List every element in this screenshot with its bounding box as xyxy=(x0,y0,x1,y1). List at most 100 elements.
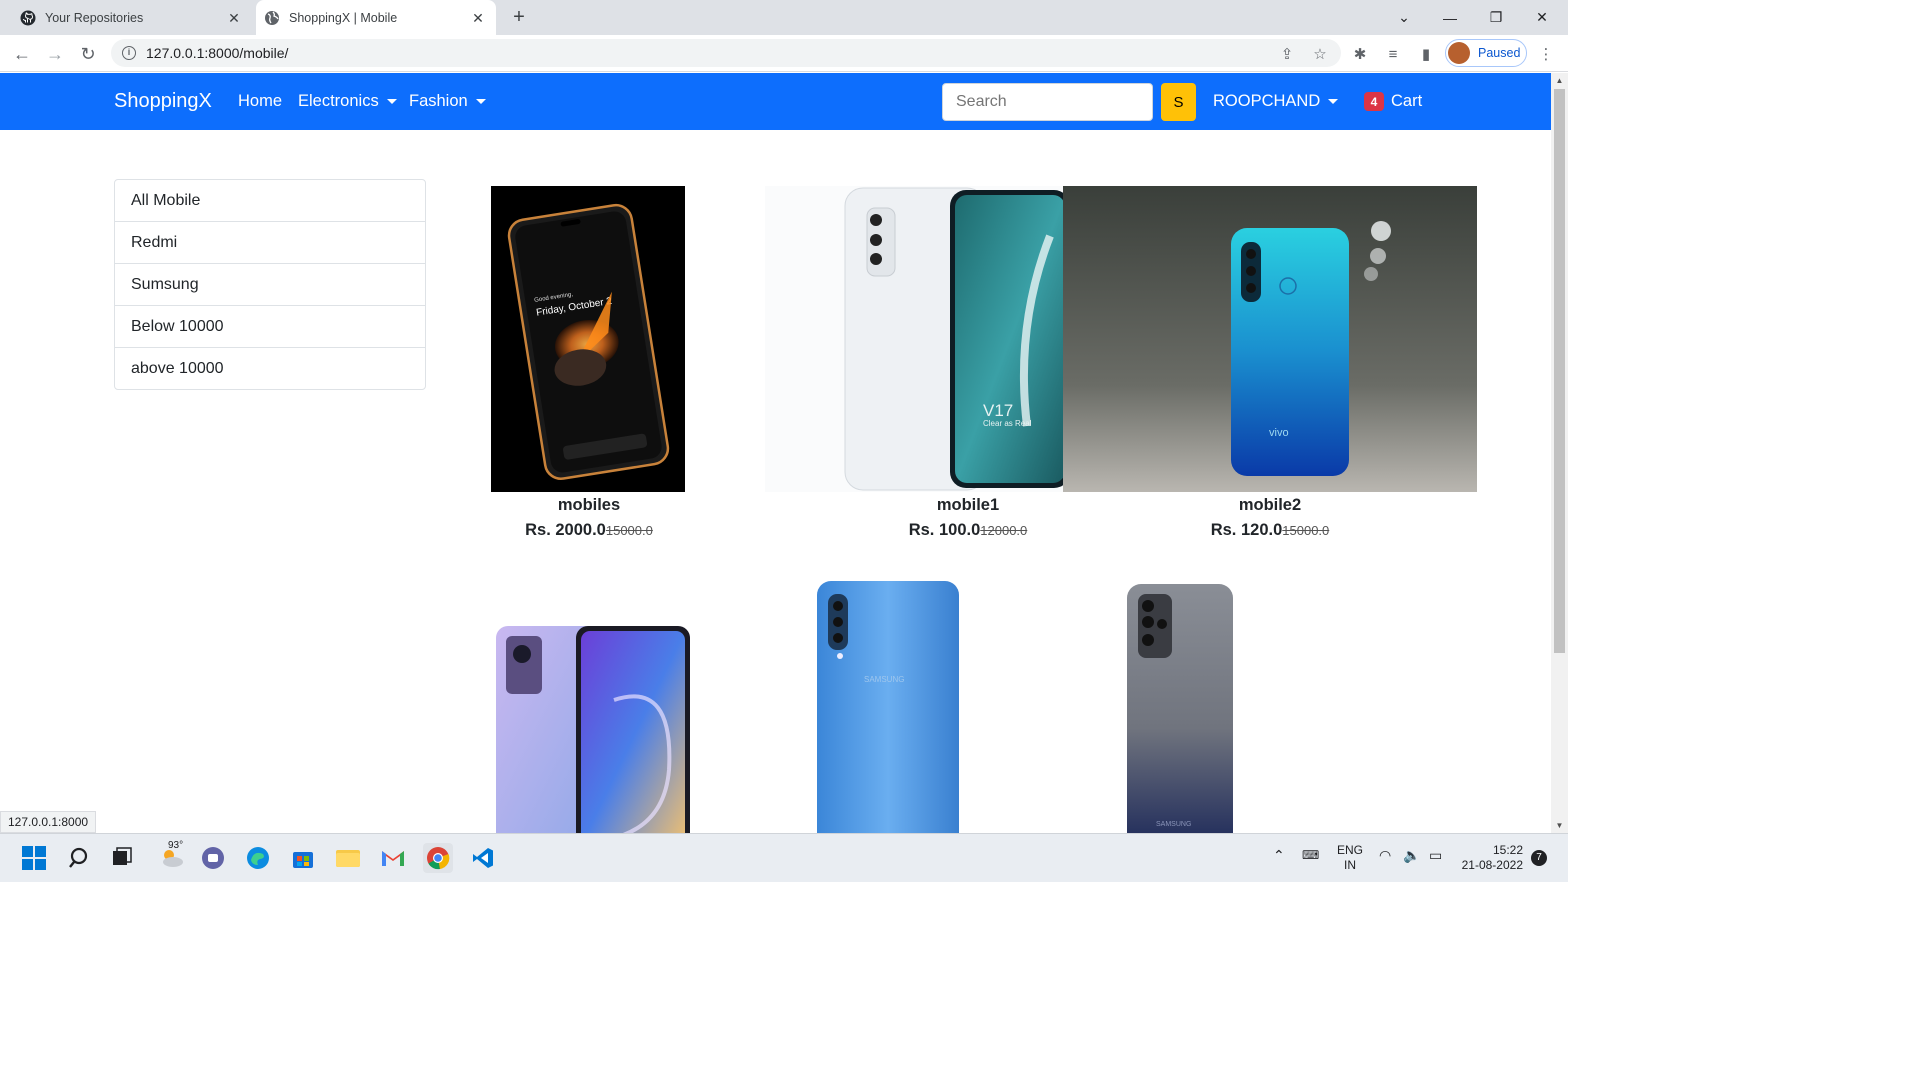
category-sumsung[interactable]: Sumsung xyxy=(115,264,425,306)
gmail-icon[interactable] xyxy=(379,844,407,872)
battery-icon[interactable]: ▭ xyxy=(1429,848,1442,863)
product-image-mobiles[interactable]: Good evening, Friday, October 2 xyxy=(491,186,685,492)
nav-electronics-label: Electronics xyxy=(298,92,379,110)
nav-fashion-dropdown[interactable]: Fashion xyxy=(409,92,486,111)
product-name[interactable]: mobiles xyxy=(439,496,739,515)
original-price: 15000.0 xyxy=(605,523,653,538)
region-code: IN xyxy=(1344,858,1356,872)
chrome-icon[interactable] xyxy=(423,843,453,873)
cart-count-badge: 4 xyxy=(1364,92,1384,111)
reload-icon[interactable]: ↻ xyxy=(75,41,101,67)
product-image-samsung-blue[interactable]: SAMSUNG xyxy=(810,580,965,851)
nav-home-label: Home xyxy=(238,92,283,110)
caret-down-icon xyxy=(475,99,486,104)
bookmark-star-icon[interactable]: ☆ xyxy=(1309,43,1331,65)
avatar xyxy=(1448,42,1470,64)
product-image-mobile2[interactable]: vivo xyxy=(1063,186,1477,492)
user-dropdown[interactable]: ROOPCHAND xyxy=(1213,92,1339,111)
forward-arrow-icon[interactable]: → xyxy=(42,41,68,67)
menu-kebab-icon[interactable]: ⋮ xyxy=(1535,43,1557,65)
extensions-icon[interactable]: ✱ xyxy=(1349,43,1371,65)
close-tab-icon[interactable]: ✕ xyxy=(470,10,486,26)
samsung-brand-text: SAMSUNG xyxy=(1156,821,1191,828)
browser-toolbar: ← → ↻ i 127.0.0.1:8000/mobile/ ⇪ ☆ ✱ ≡ ▮… xyxy=(0,35,1568,72)
v17-tagline-text: Clear as Real xyxy=(983,419,1032,428)
sale-price: Rs. 2000.0 xyxy=(525,521,606,539)
keyboard-icon[interactable]: ⌨ xyxy=(1302,848,1319,863)
weather-widget-icon[interactable]: 93° xyxy=(154,840,190,872)
scroll-down-icon[interactable]: ▼ xyxy=(1551,818,1568,833)
sale-price: Rs. 100.0 xyxy=(908,521,981,539)
product-name[interactable]: mobile2 xyxy=(1120,496,1420,515)
show-hidden-icons-chevron-icon[interactable]: ⌃ xyxy=(1273,848,1285,863)
original-price: 12000.0 xyxy=(980,523,1028,538)
product-name[interactable]: mobile1 xyxy=(818,496,1118,515)
clock-date: 21-08-2022 xyxy=(1461,858,1523,872)
vivo-brand-text: vivo xyxy=(1269,427,1289,439)
user-name: ROOPCHAND xyxy=(1213,92,1321,110)
product-image-mobile1[interactable]: V17 Clear as Real xyxy=(765,186,1070,492)
site-navbar: ShoppingX Home Electronics Fashion S ROO… xyxy=(0,73,1551,130)
file-explorer-icon[interactable] xyxy=(334,844,362,872)
sale-price: Rs. 120.0 xyxy=(1210,521,1283,539)
share-icon[interactable]: ⇪ xyxy=(1276,43,1298,65)
clock-time: 15:22 xyxy=(1492,843,1523,857)
address-bar[interactable]: i 127.0.0.1:8000/mobile/ xyxy=(111,39,1341,67)
task-view-icon[interactable] xyxy=(108,844,136,872)
nav-electronics-dropdown[interactable]: Electronics xyxy=(298,92,397,111)
samsung-brand-text: SAMSUNG xyxy=(864,675,904,684)
tab-search-icon[interactable]: ⌄ xyxy=(1381,0,1427,35)
teams-chat-icon[interactable] xyxy=(199,844,227,872)
category-redmi[interactable]: Redmi xyxy=(115,222,425,264)
scrollbar-thumb[interactable] xyxy=(1554,89,1565,653)
volume-icon[interactable]: 🔈 xyxy=(1403,848,1420,863)
category-below-10000[interactable]: Below 10000 xyxy=(115,306,425,348)
wifi-icon[interactable]: ◠ xyxy=(1379,848,1391,863)
category-all-mobile[interactable]: All Mobile xyxy=(115,180,425,222)
status-url-tooltip: 127.0.0.1:8000 xyxy=(0,811,97,833)
original-price: 15000.0 xyxy=(1282,523,1330,538)
profile-button[interactable]: Paused xyxy=(1445,39,1527,67)
v17-model-text: V17 xyxy=(983,401,1013,420)
close-window-button[interactable]: ✕ xyxy=(1519,0,1565,35)
github-icon xyxy=(20,10,36,26)
language-indicator[interactable]: ENG IN xyxy=(1337,843,1363,873)
product-price: Rs. 120.015000.0 xyxy=(1120,521,1420,540)
microsoft-store-icon[interactable] xyxy=(289,844,317,872)
caret-down-icon xyxy=(386,99,397,104)
tab-your-repositories[interactable]: Your Repositories ✕ xyxy=(12,0,252,35)
cart-label: Cart xyxy=(1391,92,1423,110)
site-info-icon[interactable]: i xyxy=(122,46,136,60)
url-text: 127.0.0.1:8000/mobile/ xyxy=(146,45,289,61)
new-tab-button[interactable]: + xyxy=(508,7,530,29)
product-image-samsung-gray[interactable]: SAMSUNG xyxy=(1122,582,1240,846)
clock[interactable]: 15:22 21-08-2022 xyxy=(1461,843,1523,873)
category-above-10000[interactable]: above 10000 xyxy=(115,348,425,389)
product-price: Rs. 100.012000.0 xyxy=(818,521,1118,540)
restore-button[interactable]: ❐ xyxy=(1473,0,1519,35)
search-icon[interactable] xyxy=(65,844,93,872)
back-arrow-icon[interactable]: ← xyxy=(9,41,35,67)
vscode-icon[interactable] xyxy=(469,844,497,872)
close-tab-icon[interactable]: ✕ xyxy=(226,10,242,26)
tab-shoppingx-mobile[interactable]: ShoppingX | Mobile ✕ xyxy=(256,0,496,35)
caret-down-icon xyxy=(1328,99,1339,104)
product-image-vivo-purple[interactable] xyxy=(494,620,694,846)
page-scrollbar[interactable]: ▲ ▼ xyxy=(1551,73,1568,833)
minimize-button[interactable]: — xyxy=(1427,0,1473,35)
search-button[interactable]: S xyxy=(1161,83,1196,121)
windows-taskbar: 93° ⌃ ⌨ ENG IN ◠ 🔈 ▭ 15:22 21-08-2022 7 xyxy=(0,833,1568,882)
side-panel-icon[interactable]: ▮ xyxy=(1415,43,1437,65)
notification-count-badge[interactable]: 7 xyxy=(1531,850,1547,866)
start-menu-icon[interactable] xyxy=(20,844,48,872)
edge-browser-icon[interactable] xyxy=(244,844,272,872)
nav-fashion-label: Fashion xyxy=(409,92,468,110)
brand-logo[interactable]: ShoppingX xyxy=(114,90,212,113)
cart-link[interactable]: 4 Cart xyxy=(1364,92,1422,111)
search-input[interactable] xyxy=(942,83,1153,121)
category-list: All Mobile Redmi Sumsung Below 10000 abo… xyxy=(114,179,426,390)
reading-list-icon[interactable]: ≡ xyxy=(1382,43,1404,65)
scroll-up-icon[interactable]: ▲ xyxy=(1551,73,1568,88)
nav-home[interactable]: Home xyxy=(238,92,282,111)
profile-status: Paused xyxy=(1478,46,1521,60)
